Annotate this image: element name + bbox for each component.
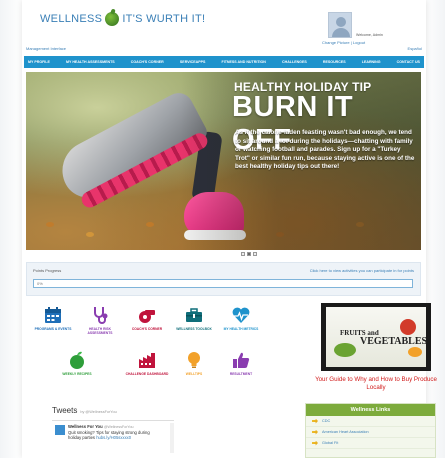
- page: WELLNESS IT'S WURTH IT! Welcome, Admin C…: [0, 0, 445, 458]
- nav-serviceapps[interactable]: SERVICEAPPS: [180, 60, 206, 64]
- tweet-link[interactable]: hubs.ly/H05sxxxx0: [96, 435, 131, 440]
- video-caption-link[interactable]: Your Guide to Why and How to Buy Produce…: [314, 376, 438, 392]
- stethoscope-icon: [90, 305, 110, 325]
- wellness-logo[interactable]: WELLNESS IT'S WURTH IT!: [40, 10, 205, 28]
- points-progress-panel: Points Progress Click here to view activ…: [26, 262, 421, 296]
- points-progress-bar: 0%: [33, 279, 413, 288]
- tile-health-risk-assessments[interactable]: HEALTH RISK ASSESSMENTS: [77, 305, 123, 335]
- user-links: Change Picture | Logout: [322, 40, 365, 45]
- avatar-head-icon: [336, 17, 346, 27]
- whistle-icon: [137, 305, 157, 325]
- tweet-avatar[interactable]: [55, 425, 65, 435]
- video-title-card: FRUITS and VEGETABLES: [326, 307, 428, 367]
- leaf-decoration: [46, 222, 54, 227]
- change-picture-link[interactable]: Change Picture: [322, 40, 350, 45]
- nav-challenges[interactable]: CHALLENGES: [282, 60, 307, 64]
- tile-my-health-metrics[interactable]: MY HEALTH METRICS: [218, 305, 264, 331]
- video-title-big: VEGETABLES: [360, 336, 428, 347]
- welcome-text: Welcome, Admin: [356, 33, 383, 37]
- portal-frame: WELLNESS IT'S WURTH IT! Welcome, Admin C…: [22, 0, 437, 458]
- wellness-link-cdc[interactable]: CDC: [306, 416, 435, 427]
- logo-text-right: IT'S WURTH IT!: [122, 13, 206, 25]
- tomato-image: [400, 319, 416, 335]
- avatar[interactable]: [328, 12, 352, 38]
- slide-dot-3[interactable]: [253, 252, 257, 256]
- nav-contact-us[interactable]: CONTACT US: [397, 60, 420, 64]
- tile-resultment[interactable]: RESULTMENT: [218, 350, 264, 376]
- wellness-link-label: Global Fit: [322, 441, 339, 445]
- points-progress-label: Points Progress: [33, 268, 62, 273]
- wellness-links-title: Wellness Links: [306, 404, 435, 416]
- tweet-scrollbar[interactable]: [170, 423, 174, 453]
- slide-dot-1[interactable]: [241, 252, 245, 256]
- nav-resources[interactable]: RESOURCES: [323, 60, 346, 64]
- wellness-link-aha[interactable]: American Heart Association: [306, 427, 435, 438]
- espanol-link[interactable]: Español: [408, 46, 422, 51]
- tweets-title: Tweets: [52, 406, 78, 415]
- pepper-image: [408, 347, 422, 357]
- nav-my-health-assessments[interactable]: MY HEALTH ASSESSMENTS: [66, 60, 115, 64]
- tile-label: RESULTMENT: [229, 372, 253, 376]
- wellness-link-label: American Heart Association: [322, 430, 369, 434]
- leaf-decoration: [146, 222, 154, 227]
- nav-coachs-corner[interactable]: COACH'S CORNER: [131, 60, 164, 64]
- tweet-author[interactable]: Wellness For You @WellnessForYou: [68, 424, 133, 429]
- tile-label: COACH'S CORNER: [131, 327, 163, 331]
- hero-body: As if the calorie-laden feasting wasn't …: [235, 129, 415, 171]
- tweet-text: Quit smoking? Tips for staying strong du…: [68, 430, 164, 440]
- arrow-right-icon: [312, 440, 318, 446]
- nav-fitness-and-nutrition[interactable]: FITNESS AND NUTRITION: [222, 60, 266, 64]
- toolbox-icon: [184, 305, 204, 325]
- tweets-by[interactable]: by @WellnessForYou: [80, 410, 116, 414]
- tile-welltips[interactable]: WELLTIPS: [171, 350, 217, 376]
- wellness-links-panel: Wellness Links CDC American Heart Associ…: [305, 403, 436, 458]
- slide-indicators: [241, 252, 257, 256]
- tile-label: HEALTH RISK ASSESSMENTS: [87, 327, 113, 335]
- heart-pulse-icon: [231, 305, 251, 325]
- thumbs-up-icon: [231, 350, 251, 370]
- points-progress-percent: 0%: [37, 281, 43, 286]
- produce-video-thumbnail[interactable]: FRUITS and VEGETABLES: [321, 303, 431, 371]
- link-separator: |: [350, 40, 352, 45]
- hero-banner[interactable]: HEALTHY HOLIDAY TIP BURN IT OFF As if th…: [26, 72, 421, 250]
- calendar-icon: [43, 305, 63, 325]
- tile-coachs-corner[interactable]: COACH'S CORNER: [124, 305, 170, 331]
- nav-learning[interactable]: LEARNING: [362, 60, 381, 64]
- tweet-author-name: Wellness For You: [68, 424, 103, 429]
- arrow-right-icon: [312, 418, 318, 424]
- management-interface-link[interactable]: Management Interface: [26, 46, 66, 51]
- logo-text-left: WELLNESS: [40, 13, 103, 25]
- apple-icon: [67, 350, 87, 370]
- tile-wellness-toolbox[interactable]: WELLNESS TOOLBOX: [171, 305, 217, 331]
- factory-icon: [137, 350, 157, 370]
- tile-challenge-dashboard[interactable]: CHALLENGE DASHBOARD: [124, 350, 170, 376]
- avatar-body-icon: [332, 28, 350, 37]
- wellness-link-label: CDC: [322, 419, 331, 423]
- tile-label: PROGRAMS & EVENTS: [34, 327, 72, 331]
- tweet-timeline[interactable]: Wellness For You @WellnessForYou Quit sm…: [52, 420, 174, 458]
- arrow-right-icon: [312, 429, 318, 435]
- tweet-author-handle: @WellnessForYou: [103, 425, 134, 429]
- leaf-decoration: [86, 232, 94, 237]
- tile-label: CHALLENGE DASHBOARD: [125, 372, 169, 376]
- tile-weekly-recipes[interactable]: WEEKLY RECIPES: [54, 350, 100, 376]
- points-activities-link[interactable]: Click here to view activities you can pa…: [310, 268, 414, 273]
- vegetable-image: [334, 343, 356, 357]
- tile-programs-events[interactable]: PROGRAMS & EVENTS: [30, 305, 76, 331]
- tile-label: WELLTIPS: [185, 372, 203, 376]
- main-nav: MY PROFILE MY HEALTH ASSESSMENTS COACH'S…: [24, 56, 424, 68]
- wellness-link-global-fit[interactable]: Global Fit: [306, 438, 435, 449]
- tile-label: MY HEALTH METRICS: [223, 327, 259, 331]
- slide-dot-2[interactable]: [247, 252, 251, 256]
- tile-label: WEEKLY RECIPES: [62, 372, 92, 376]
- tweets-heading: Tweets by @WellnessForYou: [52, 406, 117, 415]
- apple-logo-icon: [105, 12, 120, 26]
- lightbulb-icon: [184, 350, 204, 370]
- nav-my-profile[interactable]: MY PROFILE: [28, 60, 50, 64]
- logout-link[interactable]: Logout: [353, 40, 365, 45]
- tile-label: WELLNESS TOOLBOX: [176, 327, 212, 331]
